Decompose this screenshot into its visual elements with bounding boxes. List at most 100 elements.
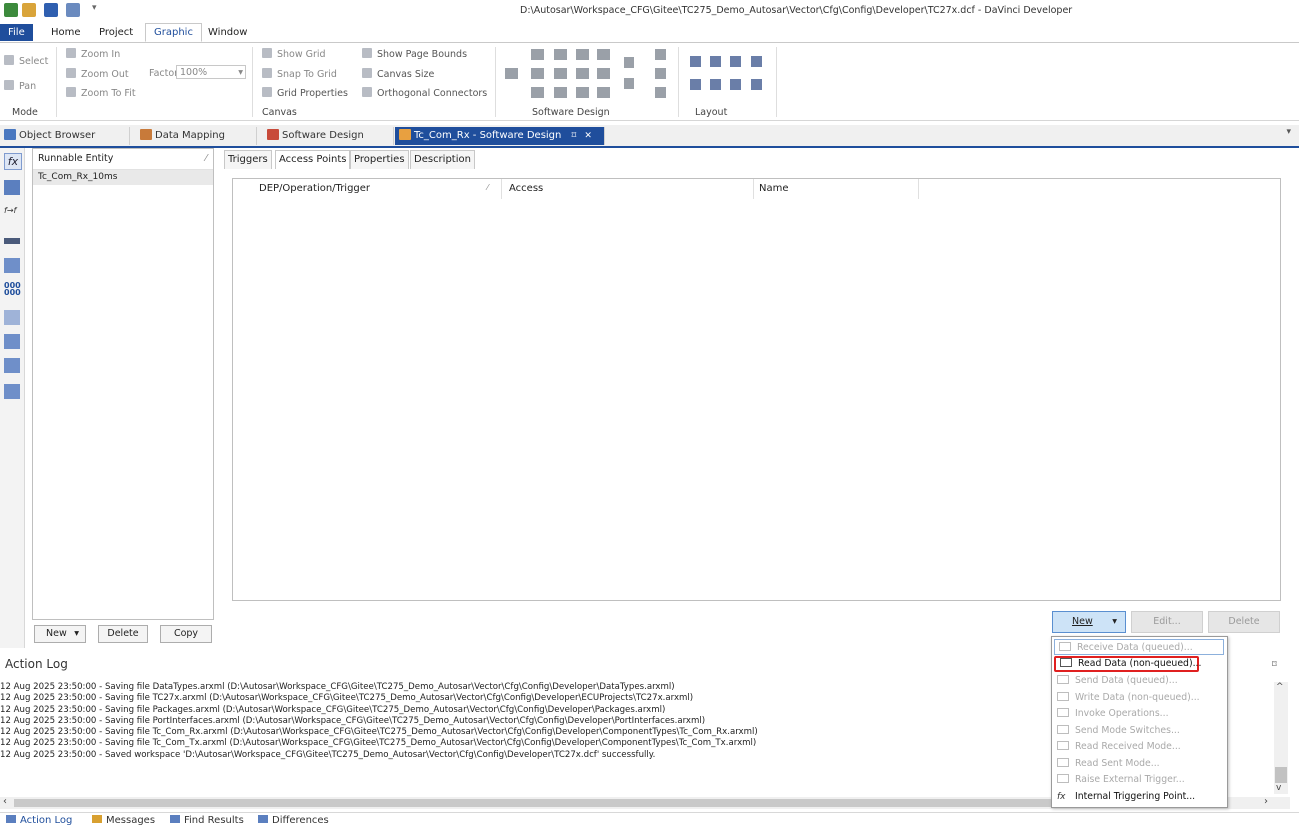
copy-runnable-button[interactable]: Copy: [160, 625, 212, 643]
sd-sort-icon[interactable]: [655, 87, 666, 98]
zoom-in-button[interactable]: Zoom In: [66, 48, 120, 60]
quick-access-dropdown-icon[interactable]: ▾: [92, 3, 100, 17]
sd-sort-icon[interactable]: [655, 49, 666, 60]
scroll-left-icon[interactable]: ‹: [3, 796, 7, 807]
layout-align-icon[interactable]: [690, 79, 701, 90]
select-button[interactable]: Select: [4, 55, 48, 67]
menu-item-internal-triggering-point[interactable]: fx Internal Triggering Point...: [1053, 789, 1225, 805]
zoom-out-button[interactable]: Zoom Out: [66, 68, 129, 80]
sd-align-icon[interactable]: [554, 49, 567, 60]
log-vertical-scrollbar[interactable]: ^ v: [1274, 682, 1288, 794]
sd-align-icon[interactable]: [531, 68, 544, 79]
sd-align-icon[interactable]: [531, 87, 544, 98]
column-header-dep[interactable]: DEP/Operation/Trigger: [259, 183, 370, 194]
menu-item-read-received-mode[interactable]: Read Received Mode...: [1053, 739, 1225, 755]
component-icon[interactable]: [4, 258, 20, 273]
sd-sort-icon[interactable]: [655, 68, 666, 79]
tab-overflow-icon[interactable]: ▾: [1286, 127, 1291, 137]
menu-item-write-data-non-queued[interactable]: Write Data (non-queued)...: [1053, 690, 1225, 706]
scroll-right-icon[interactable]: ›: [1264, 796, 1268, 807]
sd-align-icon[interactable]: [554, 68, 567, 79]
menu-item-receive-data-queued[interactable]: Receive Data (queued)...: [1054, 639, 1224, 655]
layout-sort-icon[interactable]: [710, 56, 721, 67]
menu-item-send-data-queued[interactable]: Send Data (queued)...: [1053, 673, 1225, 689]
column-header-access[interactable]: Access: [509, 183, 543, 194]
function-call-icon[interactable]: f→f: [4, 206, 20, 221]
pin-icon[interactable]: ⌑: [572, 131, 577, 141]
pan-button[interactable]: Pan: [4, 80, 36, 92]
layout-sort-icon[interactable]: [690, 56, 701, 67]
sd-route-icon[interactable]: [624, 57, 634, 68]
new-access-point-button[interactable]: New ▾: [1052, 611, 1126, 633]
interface-icon[interactable]: [4, 334, 20, 349]
tab-file[interactable]: File: [0, 24, 33, 41]
sd-align-icon[interactable]: [597, 49, 610, 60]
save-all-icon[interactable]: [66, 3, 80, 17]
grid-properties-button[interactable]: Grid Properties: [262, 87, 348, 99]
tab-messages[interactable]: Messages: [92, 815, 155, 826]
runnable-icon[interactable]: [4, 180, 20, 195]
connector-tool-icon[interactable]: [4, 238, 20, 244]
menu-item-raise-external-trigger[interactable]: Raise External Trigger...: [1053, 772, 1225, 788]
list-item[interactable]: Tc_Com_Rx_10ms: [33, 170, 213, 185]
save-icon[interactable]: [44, 3, 58, 17]
show-page-bounds-button[interactable]: Show Page Bounds: [362, 48, 467, 60]
tab-properties[interactable]: Properties: [350, 150, 409, 169]
scroll-down-icon[interactable]: v: [1276, 783, 1281, 793]
scroll-up-icon[interactable]: ^: [1276, 682, 1284, 692]
sd-align-icon[interactable]: [597, 68, 610, 79]
tab-differences[interactable]: Differences: [258, 815, 329, 826]
sd-align-icon[interactable]: [576, 49, 589, 60]
tab-data-mapping[interactable]: Data Mapping: [136, 127, 257, 145]
zoom-to-fit-button[interactable]: Zoom To Fit: [66, 87, 136, 99]
delete-button[interactable]: Delete: [1208, 611, 1280, 633]
tab-triggers[interactable]: Triggers: [224, 150, 272, 169]
scroll-thumb[interactable]: [14, 799, 1054, 807]
column-header-name[interactable]: Name: [759, 183, 789, 194]
snap-to-grid-button[interactable]: Snap To Grid: [262, 68, 337, 80]
sd-align-icon[interactable]: [576, 68, 589, 79]
factor-select[interactable]: 100% ▾: [176, 65, 246, 79]
pin-icon[interactable]: ⌑: [1272, 660, 1277, 670]
tab-description[interactable]: Description: [410, 150, 475, 169]
tab-software-design[interactable]: Software Design: [263, 127, 394, 145]
table-icon[interactable]: [4, 384, 20, 399]
tab-window[interactable]: Window: [200, 24, 255, 41]
layout-align-icon[interactable]: [730, 79, 741, 90]
close-icon[interactable]: ✕: [584, 131, 592, 141]
edit-button[interactable]: Edit...: [1131, 611, 1203, 633]
tab-object-browser[interactable]: Object Browser: [0, 127, 130, 145]
canvas-size-button[interactable]: Canvas Size: [362, 68, 434, 80]
new-runnable-button[interactable]: New ▾: [34, 625, 86, 643]
data-element-icon[interactable]: [4, 310, 20, 325]
function-icon[interactable]: fx: [4, 153, 22, 170]
layout-align-icon[interactable]: [751, 79, 762, 90]
layout-sort-icon[interactable]: [751, 56, 762, 67]
tab-find-results[interactable]: Find Results: [170, 815, 244, 826]
scroll-thumb[interactable]: [1275, 767, 1287, 783]
menu-item-send-mode-switches[interactable]: Send Mode Switches...: [1053, 723, 1225, 739]
tab-graphic[interactable]: Graphic: [145, 23, 202, 42]
tab-tc-com-rx-software-design[interactable]: Tc_Com_Rx - Software Design ⌑ ✕: [395, 127, 605, 145]
sd-align-icon[interactable]: [597, 87, 610, 98]
tab-project[interactable]: Project: [91, 24, 141, 41]
menu-item-read-data-non-queued[interactable]: Read Data (non-queued)...: [1054, 656, 1201, 672]
tab-home[interactable]: Home: [43, 24, 89, 41]
tab-access-points[interactable]: Access Points: [275, 150, 351, 169]
sd-align-icon[interactable]: [531, 49, 544, 60]
delete-runnable-button[interactable]: Delete: [98, 625, 148, 643]
sd-align-icon[interactable]: [576, 87, 589, 98]
ports-icon[interactable]: 000 000: [4, 282, 21, 297]
software-design-icon[interactable]: [505, 68, 518, 79]
sd-align-icon[interactable]: [554, 87, 567, 98]
access-points-grid[interactable]: DEP/Operation/Trigger ⁄ Access Name: [232, 178, 1281, 601]
sd-route-icon[interactable]: [624, 78, 634, 89]
runnable-list-header[interactable]: Runnable Entity ⁄: [33, 149, 213, 170]
layout-sort-icon[interactable]: [730, 56, 741, 67]
mapping-icon[interactable]: [4, 358, 20, 373]
show-grid-button[interactable]: Show Grid: [262, 48, 326, 60]
open-icon[interactable]: [22, 3, 36, 17]
menu-item-invoke-operations[interactable]: Invoke Operations...: [1053, 706, 1225, 722]
layout-align-icon[interactable]: [710, 79, 721, 90]
tab-action-log[interactable]: Action Log: [6, 815, 72, 826]
